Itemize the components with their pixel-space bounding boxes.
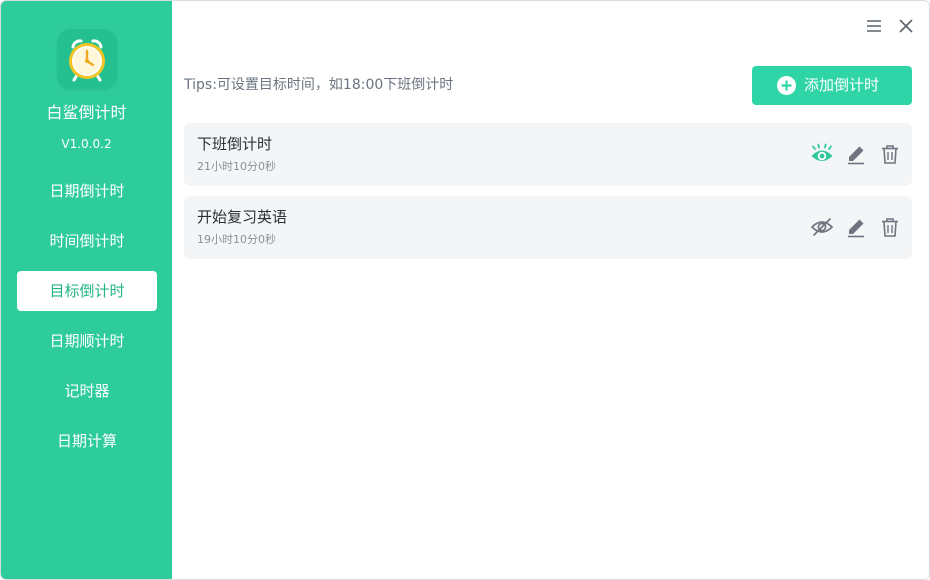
- add-countdown-button[interactable]: 添加倒计时: [752, 66, 912, 105]
- app-name: 白鲨倒计时: [46, 103, 127, 122]
- close-icon: [899, 19, 913, 33]
- sidebar-item-timer[interactable]: 记时器: [17, 371, 157, 411]
- sidebar-nav: 日期倒计时 时间倒计时 目标倒计时 日期顺计时 记时器 日期计算: [17, 171, 157, 471]
- edit-icon: [848, 219, 864, 238]
- delete-button[interactable]: [878, 215, 902, 239]
- delete-button[interactable]: [878, 142, 902, 166]
- main-panel: Tips:可设置目标时间，如18:00下班倒计时 添加倒计时 下班倒计时 21小…: [172, 1, 929, 579]
- sidebar-item-date-countdown[interactable]: 日期倒计时: [17, 171, 157, 211]
- app-version: V1.0.0.2: [61, 137, 112, 151]
- countdown-title: 开始复习英语: [197, 208, 288, 226]
- countdown-title: 下班倒计时: [197, 135, 273, 153]
- trash-icon: [882, 218, 898, 237]
- countdown-card[interactable]: 下班倒计时 21小时10分0秒: [184, 123, 912, 186]
- app-logo-icon: [57, 29, 117, 89]
- countdown-remaining: 19小时10分0秒: [197, 233, 276, 246]
- visibility-toggle[interactable]: [810, 142, 834, 166]
- add-countdown-label: 添加倒计时: [804, 76, 880, 94]
- edit-icon: [848, 146, 864, 165]
- app-window: 白鲨倒计时 V1.0.0.2 日期倒计时 时间倒计时 目标倒计时 日期顺计时 记…: [0, 0, 930, 580]
- sidebar-item-time-countdown[interactable]: 时间倒计时: [17, 221, 157, 261]
- visibility-toggle[interactable]: [810, 215, 834, 239]
- countdown-remaining: 21小时10分0秒: [197, 160, 276, 173]
- tips-text: Tips:可设置目标时间，如18:00下班倒计时: [184, 77, 454, 93]
- menu-button[interactable]: [863, 15, 885, 37]
- sidebar-item-target-countdown[interactable]: 目标倒计时: [17, 271, 157, 311]
- plus-circle-icon: [777, 76, 796, 95]
- trash-icon: [882, 145, 898, 164]
- countdown-card[interactable]: 开始复习英语 19小时10分0秒: [184, 196, 912, 259]
- edit-button[interactable]: [844, 142, 868, 166]
- close-button[interactable]: [895, 15, 917, 37]
- menu-icon: [867, 20, 881, 32]
- eye-icon: [811, 143, 833, 161]
- eye-off-icon: [810, 218, 834, 236]
- sidebar-item-date-countup[interactable]: 日期顺计时: [17, 321, 157, 361]
- edit-button[interactable]: [844, 215, 868, 239]
- sidebar-item-date-calc[interactable]: 日期计算: [17, 421, 157, 461]
- sidebar: 白鲨倒计时 V1.0.0.2 日期倒计时 时间倒计时 目标倒计时 日期顺计时 记…: [1, 1, 172, 579]
